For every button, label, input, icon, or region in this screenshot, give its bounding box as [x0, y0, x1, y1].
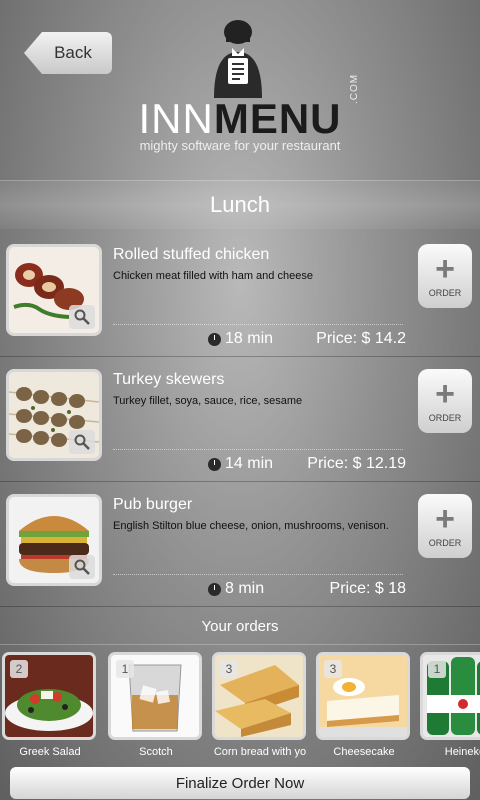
quantity-badge: 1 [116, 660, 134, 678]
order-card[interactable]: 2 Greek Salad [2, 652, 98, 758]
dish-name: Rolled stuffed chicken [113, 246, 270, 263]
menu-item: Rolled stuffed chicken Chicken meat fill… [0, 232, 480, 357]
divider [113, 574, 403, 575]
order-image: 3 [212, 652, 306, 740]
order-image: 1 [420, 652, 480, 740]
order-image: 3 [316, 652, 410, 740]
clock-icon [208, 582, 221, 596]
quantity-badge: 3 [324, 660, 342, 678]
back-button[interactable]: Back [24, 32, 112, 74]
section-title-text: Lunch [210, 192, 270, 217]
order-name: Cheesecake [333, 746, 395, 758]
quantity-badge: 1 [428, 660, 446, 678]
order-name: Heineken [444, 746, 480, 758]
zoom-icon[interactable] [69, 430, 95, 454]
clock-icon [208, 457, 221, 471]
order-label: ORDER [428, 288, 462, 298]
prep-time-text: 14 min [225, 455, 274, 472]
clock-icon [208, 332, 221, 346]
zoom-icon[interactable] [69, 305, 95, 329]
section-title: Lunch [0, 180, 480, 229]
quantity-badge: 3 [220, 660, 238, 678]
finalize-order-button[interactable]: Finalize Order Now [10, 767, 470, 799]
prep-time-text: 8 min [225, 580, 265, 597]
order-card[interactable]: 3 Cheesecake [316, 652, 412, 758]
dish-name: Turkey skewers [113, 371, 225, 388]
order-name: Corn bread with yo [213, 746, 307, 758]
prep-time-text: 18 min [225, 330, 274, 347]
dish-price: Price: $ 12.19 [307, 455, 406, 472]
menu-item: Pub burger English Stilton blue cheese, … [0, 482, 480, 607]
order-image: 1 [108, 652, 202, 740]
dish-image[interactable] [6, 244, 102, 336]
dish-name: Pub burger [113, 496, 193, 513]
prep-time: 18 min [208, 330, 273, 348]
order-button[interactable]: + ORDER [418, 244, 472, 308]
dish-image[interactable] [6, 494, 102, 586]
prep-time: 14 min [208, 455, 273, 473]
order-card[interactable]: 1 Heineken [420, 652, 480, 758]
order-label: ORDER [428, 413, 462, 423]
order-label: ORDER [428, 538, 462, 548]
order-button[interactable]: + ORDER [418, 494, 472, 558]
brand-menu: MENU [213, 95, 342, 142]
divider [113, 324, 403, 325]
quantity-badge: 2 [10, 660, 28, 678]
brand-suffix: .COM [349, 73, 360, 104]
brand-logo: INNMENU .COM [0, 74, 480, 142]
dish-price: Price: $ 18 [329, 580, 406, 597]
dish-price: Price: $ 14.2 [316, 330, 406, 347]
dish-description: Turkey fillet, soya, sauce, rice, sesame [113, 395, 303, 407]
dish-description: English Stilton blue cheese, onion, mush… [113, 520, 389, 532]
plus-icon: + [435, 375, 455, 413]
dish-image[interactable] [6, 369, 102, 461]
brand-inn: INN [138, 95, 214, 142]
order-button[interactable]: + ORDER [418, 369, 472, 433]
zoom-icon[interactable] [69, 555, 95, 579]
plus-icon: + [435, 500, 455, 538]
order-card[interactable]: 3 Corn bread with yo [212, 652, 308, 758]
chef-logo-icon [214, 20, 262, 98]
plus-icon: + [435, 250, 455, 288]
divider [113, 449, 403, 450]
order-name: Greek Salad [19, 746, 81, 758]
orders-title: Your orders [0, 618, 480, 645]
orders-strip[interactable]: 2 Greek Salad 1 Scotch 3 Corn bread with… [0, 650, 480, 762]
order-image: 2 [2, 652, 96, 740]
tagline: mighty software for your restaurant [139, 138, 341, 153]
order-card[interactable]: 1 Scotch [108, 652, 204, 758]
prep-time: 8 min [208, 580, 264, 598]
menu-item: Turkey skewers Turkey fillet, soya, sauc… [0, 357, 480, 482]
dish-description: Chicken meat filled with ham and cheese [113, 270, 313, 282]
order-name: Scotch [139, 746, 173, 758]
